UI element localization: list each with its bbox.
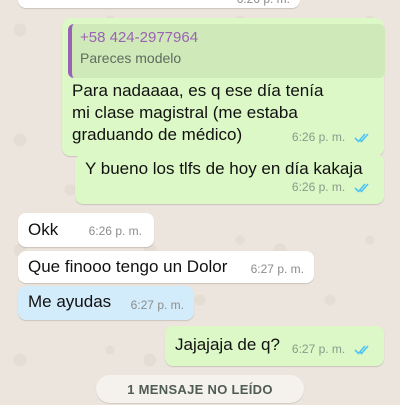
message-bubble-incoming-highlighted[interactable]: Me ayudas 6:27 p. m. [18, 286, 194, 320]
message-line: mi clase magistral (me estaba [72, 103, 298, 122]
message-bubble-incoming[interactable]: Que finooo tengo un Dolor 6:27 p. m. [18, 251, 314, 283]
message-text: Que finooo tengo un Dolor [28, 257, 228, 276]
read-ticks-icon [354, 345, 369, 355]
message-time: 6:26 p. m. [237, 0, 290, 10]
message-text: Okk [28, 220, 59, 239]
message-bubble-outgoing[interactable]: Jajajaja de q? 6:27 p. m. [165, 326, 384, 366]
unread-messages-banner: 1 MENSAJE NO LEÍDO [96, 375, 304, 403]
quoted-sender-phone: +58 424-2977964 [80, 29, 199, 46]
message-meta: 6:26 p. m. [292, 125, 372, 148]
message-bubble-outgoing[interactable]: +58 424-2977964 Pareces modelo Para nada… [62, 18, 385, 156]
quoted-text: Pareces modelo [80, 50, 182, 66]
read-ticks-icon [354, 183, 369, 193]
message-text: Me ayudas [28, 292, 112, 311]
message-meta: 6:27 p. m. [292, 337, 372, 360]
quoted-message[interactable]: +58 424-2977964 Pareces modelo [68, 24, 385, 78]
message-time: 6:26 p. m. [291, 130, 346, 144]
read-ticks-icon [354, 133, 369, 143]
message-time: 6:27 p. m. [291, 342, 346, 356]
message-meta: 6:26 p. m. [292, 175, 372, 198]
message-time: 6:26 p. m. [291, 180, 346, 194]
message-text: Jajajaja de q? [175, 335, 280, 354]
message-line: Para nadaaaa, es q ese día tenía [72, 81, 324, 100]
message-bubble-incoming[interactable]: Okk 6:26 p. m. [18, 213, 154, 247]
message-time: 6:26 p. m. [88, 224, 142, 238]
message-time: 6:27 p. m. [130, 298, 184, 312]
message-bubble-outgoing[interactable]: Y bueno los tlfs de hoy en día kakaja 6:… [75, 154, 384, 204]
message-bubble-partial[interactable]: 6:26 p. m. [18, 0, 300, 8]
message-time: 6:27 p. m. [250, 262, 304, 276]
